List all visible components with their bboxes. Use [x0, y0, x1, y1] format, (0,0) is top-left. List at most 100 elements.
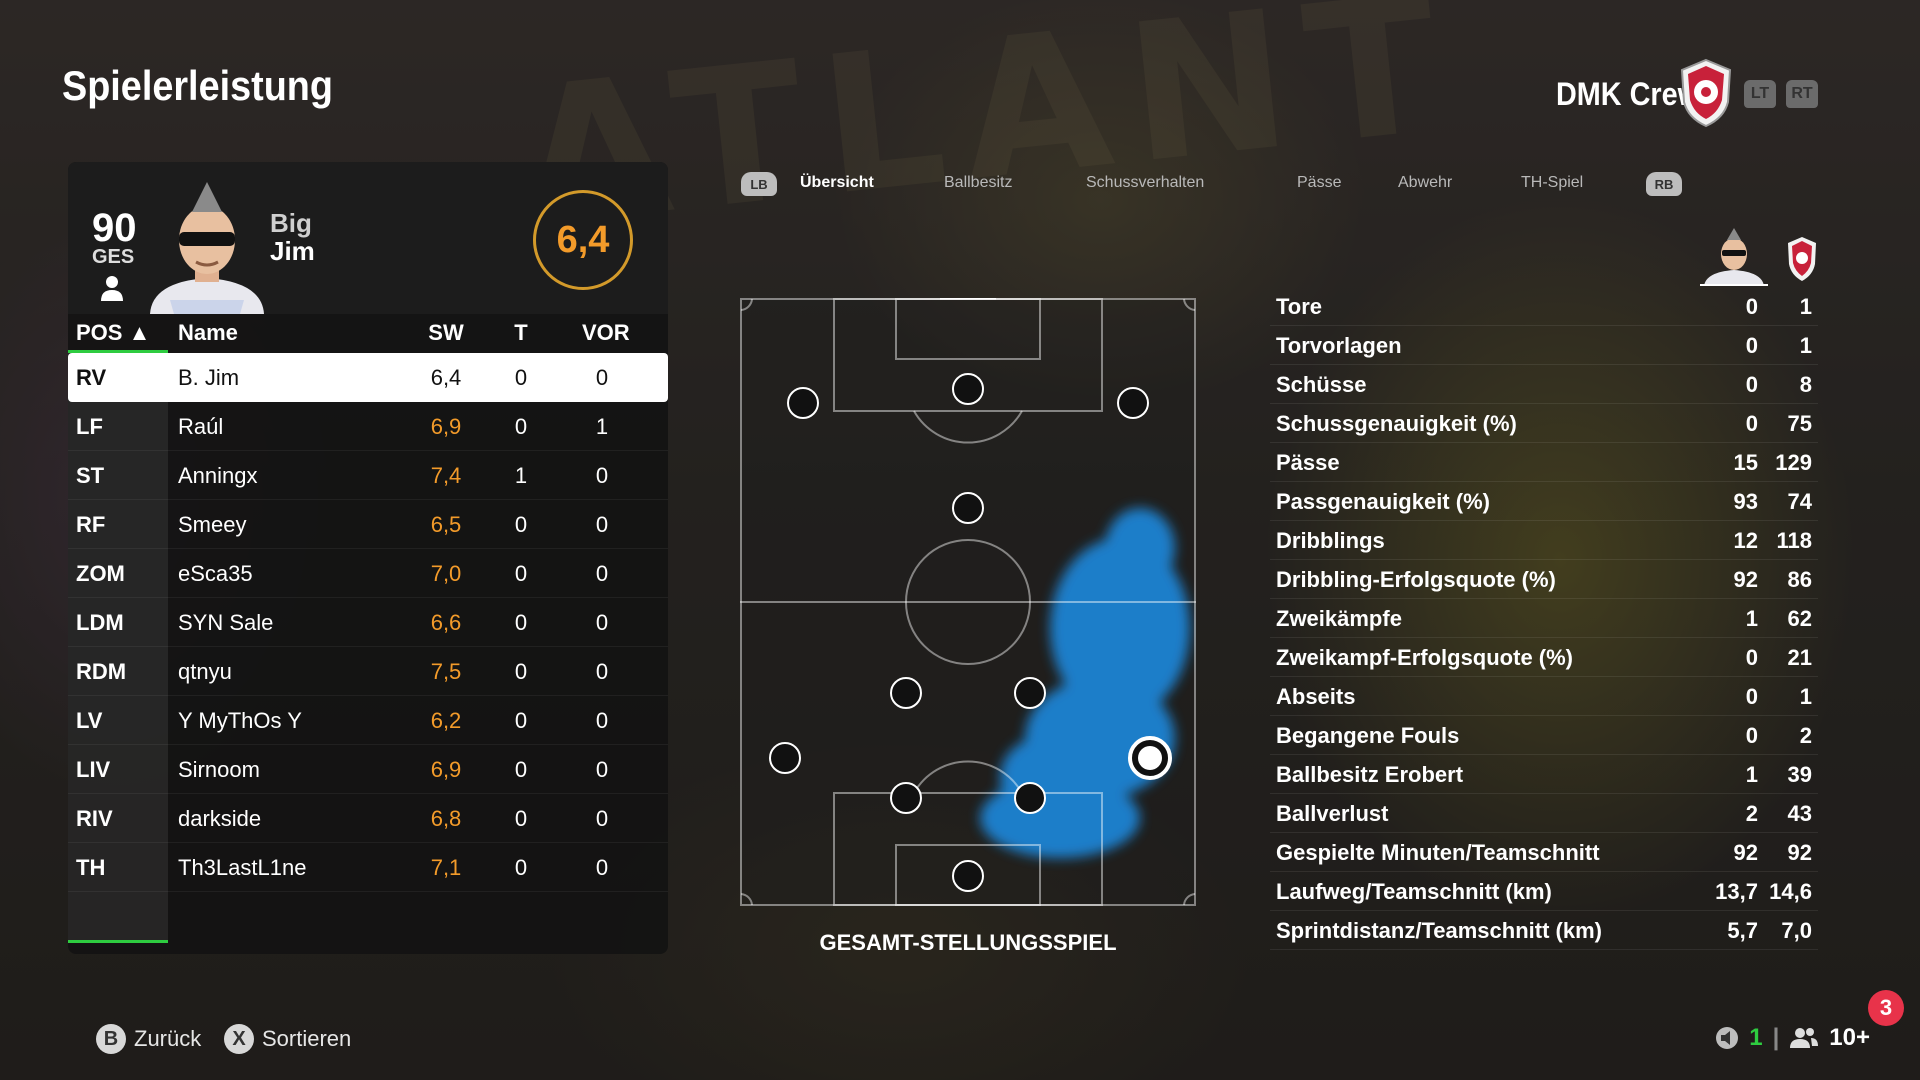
stat-label: Abseits: [1276, 684, 1356, 709]
table-row[interactable]: RIV darkside 6,8 0 0: [68, 794, 668, 843]
row-rating: 7,4: [430, 463, 462, 488]
row-rating: 7,1: [430, 855, 462, 880]
speaker-muted-icon: [1716, 1027, 1739, 1049]
rb-button-icon[interactable]: RB: [1646, 172, 1682, 196]
marker-liv: [890, 782, 922, 814]
row-name: Sirnoom: [178, 757, 260, 782]
stat-row: Begangene Fouls 0 2: [1270, 716, 1818, 755]
row-pos: RDM: [76, 659, 127, 684]
row-pos: LDM: [76, 610, 124, 635]
stat-player-value: 0: [1745, 372, 1758, 397]
stat-player-value: 92: [1733, 840, 1758, 865]
stat-player-value: 2: [1745, 801, 1758, 826]
stat-label: Laufweg/Teamschnitt (km): [1276, 879, 1552, 904]
table-row[interactable]: RF Smeey 6,5 0 0: [68, 500, 668, 549]
row-assists: 0: [595, 561, 609, 586]
player-first-name: Big: [270, 208, 312, 238]
stat-team-value: 21: [1787, 645, 1812, 670]
row-name: darkside: [178, 806, 262, 831]
stat-label: Tore: [1276, 294, 1323, 319]
match-rating-badge: 6,4: [533, 190, 633, 290]
tab-schussverhalten[interactable]: Schussverhalten: [1086, 174, 1204, 192]
person-icon: [101, 276, 123, 301]
tab-ballbesitz[interactable]: Ballbesitz: [944, 174, 1012, 192]
lt-button-icon[interactable]: LT: [1744, 80, 1776, 108]
header-name[interactable]: Name: [178, 320, 238, 346]
stat-row: Abseits 0 1: [1270, 677, 1818, 716]
table-row[interactable]: RV B. Jim 6,4 0 0: [68, 353, 668, 402]
marker-rf: [1117, 387, 1149, 419]
marker-st: [952, 373, 984, 405]
row-rating: 6,9: [430, 757, 462, 782]
stats-list: Tore 0 1 Torvorlagen 0 1 Schüsse 0 8 Schussgen…: [1270, 287, 1818, 950]
table-row[interactable]: LDM SYN Sale 6,6 0 0: [68, 598, 668, 647]
back-button[interactable]: B Zurück: [96, 1024, 201, 1054]
row-goals: 0: [514, 757, 528, 782]
stat-label: Schüsse: [1276, 372, 1367, 397]
stat-label: Dribblings: [1276, 528, 1385, 553]
row-rating: 6,8: [430, 806, 462, 831]
overall-label: GES: [92, 246, 135, 268]
row-name: B. Jim: [178, 365, 240, 390]
tab-uebersicht[interactable]: Übersicht: [800, 174, 874, 192]
rt-button-icon[interactable]: RT: [1786, 80, 1818, 108]
stat-row: Tore 0 1: [1270, 287, 1818, 326]
row-goals: 0: [514, 365, 528, 390]
tab-paesse[interactable]: Pässe: [1297, 174, 1341, 192]
header-sw[interactable]: SW: [426, 320, 466, 346]
row-assists: 0: [595, 610, 609, 635]
sort-button[interactable]: X Sortieren: [224, 1024, 351, 1054]
row-rating: 6,6: [430, 610, 462, 635]
row-goals: 1: [514, 463, 528, 488]
notification-badge[interactable]: 3: [1868, 990, 1904, 1026]
stat-label: Pässe: [1276, 450, 1340, 475]
stat-player-value: 15: [1733, 450, 1758, 475]
tab-abwehr[interactable]: Abwehr: [1398, 174, 1452, 192]
stat-team-value: 1: [1799, 684, 1812, 709]
stat-team-value: 39: [1787, 762, 1812, 787]
row-pos: LIV: [76, 757, 111, 782]
b-button-icon: B: [96, 1024, 126, 1054]
row-assists: 0: [595, 708, 609, 733]
lb-button-icon[interactable]: LB: [741, 172, 777, 196]
table-row[interactable]: ST Anningx 7,4 1 0: [68, 451, 668, 500]
stat-player-value: 0: [1745, 333, 1758, 358]
marker-ldm: [890, 677, 922, 709]
row-assists: 1: [595, 414, 609, 439]
header-pos[interactable]: POS ▲: [76, 320, 150, 346]
sort-label: Sortieren: [262, 1026, 352, 1051]
row-pos: LV: [76, 708, 103, 733]
row-rating: 6,5: [430, 512, 462, 537]
stat-row: Ballverlust 2 43: [1270, 794, 1818, 833]
row-goals: 0: [514, 708, 528, 733]
header-t[interactable]: T: [506, 320, 536, 346]
party-icon: [1790, 1028, 1819, 1048]
table-row[interactable]: LIV Sirnoom 6,9 0 0: [68, 745, 668, 794]
stat-team-value: 7,0: [1781, 918, 1812, 943]
stat-row: Zweikämpfe 1 62: [1270, 599, 1818, 638]
tab-th-spiel[interactable]: TH-Spiel: [1521, 174, 1583, 192]
table-row[interactable]: RDM qtnyu 7,5 0 0: [68, 647, 668, 696]
row-name: Th3LastL1ne: [178, 855, 307, 880]
table-row[interactable]: ZOM eSca35 7,0 0 0: [68, 549, 668, 598]
stat-team-value: 118: [1776, 528, 1813, 553]
positioning-heatmap-pitch: [740, 298, 1196, 906]
marker-lf: [787, 387, 819, 419]
row-goals: 0: [514, 659, 528, 684]
row-rating: 6,4: [430, 365, 462, 390]
table-row[interactable]: TH Th3LastL1ne 7,1 0 0: [68, 843, 668, 892]
stat-team-value: 75: [1787, 411, 1812, 436]
header-vor[interactable]: VOR: [582, 320, 630, 346]
stat-label: Ballbesitz Erobert: [1276, 762, 1464, 787]
row-pos: LF: [76, 414, 103, 439]
row-pos: RF: [76, 512, 106, 537]
table-row[interactable]: LF Raúl 6,9 0 1: [68, 402, 668, 451]
table-row[interactable]: LV Y MyThOs Y 6,2 0 0: [68, 696, 668, 745]
row-name: Raúl: [178, 414, 224, 439]
stat-label: Sprintdistanz/Teamschnitt (km): [1276, 918, 1602, 943]
stat-row: Torvorlagen 0 1: [1270, 326, 1818, 365]
stat-label: Begangene Fouls: [1276, 723, 1460, 748]
stat-row: Schussgenauigkeit (%) 0 75: [1270, 404, 1818, 443]
x-button-icon: X: [224, 1024, 254, 1054]
stat-player-value: 0: [1745, 294, 1758, 319]
